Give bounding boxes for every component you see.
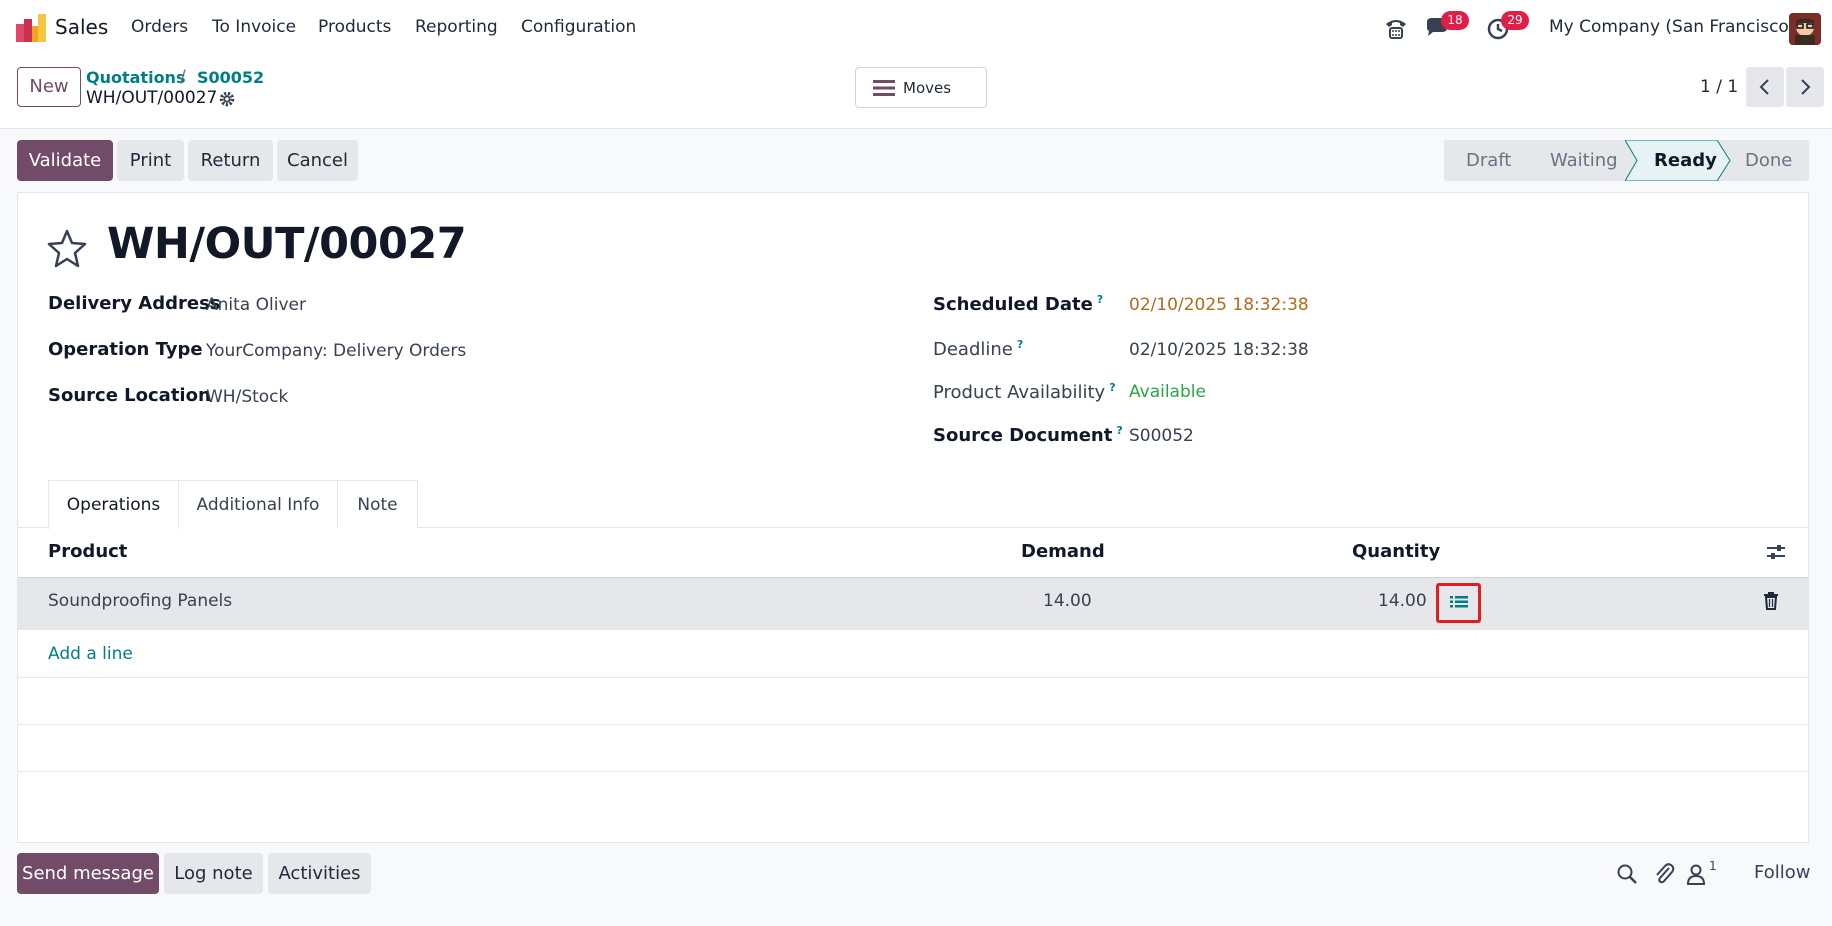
menu-configuration[interactable]: Configuration — [521, 17, 636, 37]
activities-badge: 29 — [1501, 11, 1529, 30]
trash-icon[interactable] — [1763, 592, 1779, 610]
user-avatar-icon — [1789, 13, 1821, 45]
deadline-value[interactable]: 02/10/2025 18:32:38 — [1129, 340, 1309, 360]
send-message-button[interactable]: Send message — [17, 853, 159, 894]
help-tooltip-icon[interactable]: ? — [1097, 293, 1103, 306]
column-header-product[interactable]: Product — [48, 541, 127, 562]
scheduled-date-value[interactable]: 02/10/2025 18:32:38 — [1129, 295, 1309, 315]
follow-button[interactable]: Follow — [1754, 862, 1810, 883]
detailed-operations-button[interactable] — [1436, 583, 1481, 623]
help-tooltip-icon[interactable]: ? — [1116, 424, 1122, 437]
company-switcher[interactable]: My Company (San Francisco) — [1549, 17, 1795, 37]
delivery-address-label: Delivery Address — [48, 293, 221, 314]
breadcrumb-quotations[interactable]: Quotations — [86, 68, 185, 87]
source-document-value[interactable]: S00052 — [1129, 426, 1194, 446]
delivery-address-value[interactable]: Anita Oliver — [206, 295, 306, 315]
new-button[interactable]: New — [17, 67, 81, 107]
moves-smart-button[interactable]: Moves — [855, 67, 987, 108]
scheduled-date-label: Scheduled Date? — [933, 293, 1103, 315]
table-row[interactable] — [18, 578, 1808, 630]
return-button[interactable]: Return — [188, 140, 273, 181]
app-name[interactable]: Sales — [55, 15, 108, 39]
add-line-link[interactable]: Add a line — [48, 644, 133, 664]
validate-button[interactable]: Validate — [17, 140, 113, 181]
row-quantity[interactable]: 14.00 — [1378, 591, 1427, 611]
menu-orders[interactable]: Orders — [131, 17, 188, 37]
deadline-label: Deadline? — [933, 338, 1023, 360]
stage-ready[interactable]: Ready — [1654, 140, 1717, 181]
source-document-label-text: Source Document — [933, 425, 1113, 446]
table-row-divider — [18, 677, 1808, 678]
moves-label: Moves — [903, 79, 952, 97]
chevron-right-icon — [1801, 79, 1811, 95]
print-button[interactable]: Print — [117, 140, 184, 181]
product-availability-value: Available — [1129, 382, 1206, 402]
row-demand[interactable]: 14.00 — [1043, 591, 1092, 611]
table-row-divider — [18, 724, 1808, 725]
control-panel: New Quotations / S00052 WH/OUT/00027 Mov… — [0, 56, 1832, 129]
stage-draft[interactable]: Draft — [1466, 140, 1511, 181]
breadcrumb-sale-order[interactable]: S00052 — [197, 68, 264, 87]
deadline-label-text: Deadline — [933, 339, 1013, 360]
star-icon[interactable] — [47, 228, 87, 268]
source-location-label: Source Location — [48, 385, 211, 406]
pager-next-button[interactable] — [1786, 67, 1824, 107]
column-header-demand[interactable]: Demand — [1021, 541, 1105, 562]
stage-done[interactable]: Done — [1745, 140, 1792, 181]
tab-additional-info[interactable]: Additional Info — [178, 480, 338, 528]
operation-type-label: Operation Type — [48, 339, 203, 360]
product-availability-label: Product Availability? — [933, 381, 1116, 403]
list-details-icon — [1450, 596, 1468, 608]
breadcrumb-current: WH/OUT/00027 — [86, 88, 218, 108]
row-product[interactable]: Soundproofing Panels — [48, 591, 232, 611]
log-note-button[interactable]: Log note — [164, 853, 263, 894]
pager-previous-button[interactable] — [1746, 67, 1784, 107]
status-bar: Draft Waiting Ready Done — [1444, 140, 1809, 181]
messages-badge: 18 — [1441, 11, 1469, 30]
stage-waiting[interactable]: Waiting — [1550, 140, 1618, 181]
search-icon[interactable] — [1616, 863, 1638, 885]
gear-icon[interactable] — [218, 90, 236, 108]
column-header-quantity[interactable]: Quantity — [1352, 541, 1440, 562]
source-document-label: Source Document? — [933, 424, 1123, 446]
help-tooltip-icon[interactable]: ? — [1109, 381, 1115, 394]
product-availability-label-text: Product Availability — [933, 382, 1106, 403]
table-row-divider — [18, 771, 1808, 772]
source-location-value[interactable]: WH/Stock — [206, 387, 288, 407]
record-title: WH/OUT/00027 — [107, 219, 467, 269]
pager-value[interactable]: 1 / 1 — [1700, 77, 1738, 97]
optional-columns-icon[interactable] — [1766, 542, 1786, 562]
tab-note[interactable]: Note — [337, 480, 418, 528]
scheduled-date-label-text: Scheduled Date — [933, 294, 1093, 315]
chevron-left-icon — [1759, 79, 1769, 95]
user-avatar[interactable] — [1789, 13, 1821, 45]
app-logo-icon[interactable] — [16, 14, 46, 42]
help-tooltip-icon[interactable]: ? — [1017, 338, 1023, 351]
tab-operations[interactable]: Operations — [48, 480, 179, 529]
cancel-button[interactable]: Cancel — [277, 140, 358, 181]
menu-to-invoice[interactable]: To Invoice — [212, 17, 296, 37]
breadcrumb-separator: / — [180, 67, 186, 87]
activities-button[interactable]: Activities — [268, 853, 371, 894]
operation-type-value[interactable]: YourCompany: Delivery Orders — [206, 341, 466, 361]
followers-count: 1 — [1709, 859, 1717, 873]
top-navbar: Sales Orders To Invoice Products Reporti… — [0, 0, 1832, 56]
paperclip-icon[interactable] — [1653, 862, 1675, 886]
phone-icon[interactable] — [1382, 14, 1410, 42]
list-bars-icon — [873, 80, 895, 96]
menu-reporting[interactable]: Reporting — [415, 17, 498, 37]
menu-products[interactable]: Products — [318, 17, 391, 37]
followers-icon[interactable] — [1687, 863, 1705, 885]
